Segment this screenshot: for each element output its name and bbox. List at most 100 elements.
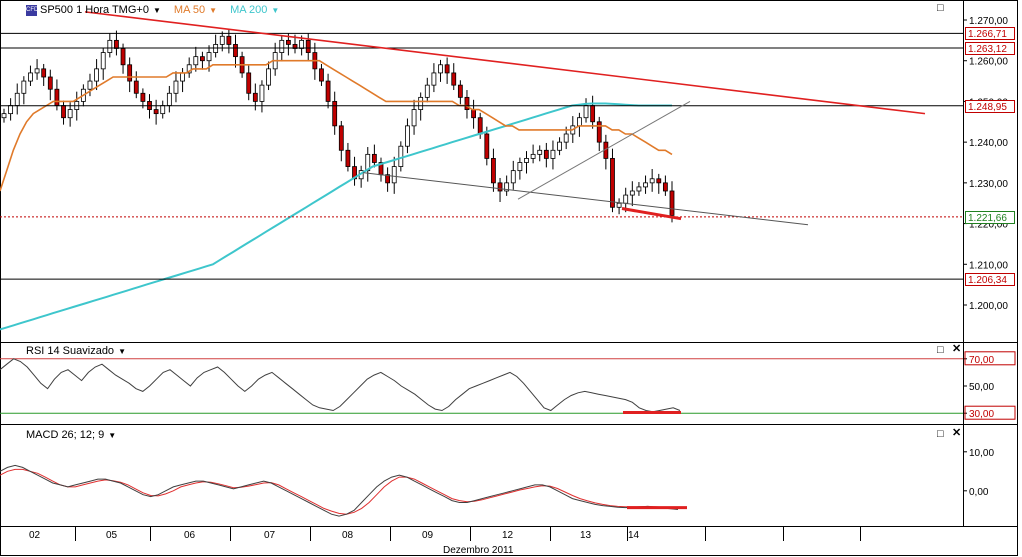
chevron-down-icon[interactable]: ▼ [118,347,126,356]
candle-body [305,39,311,53]
price-level-label: 1.266,71 [965,27,1015,41]
day-tick-label: 12 [502,530,514,541]
price-tick-label: 1.240,00 [969,138,1008,149]
candle-body [345,149,351,167]
price-level-label: 1.206,34 [965,273,1015,287]
candle-body [266,68,271,86]
maximize-rsi-panel-icon[interactable]: □ [937,345,944,356]
macd-tick-label: 10,00 [969,448,994,459]
price-tick-label: 1.260,00 [969,57,1008,68]
candle-body [656,178,662,184]
price-tick-label: 1.200,00 [969,301,1008,312]
candle-body [497,182,503,192]
chart-frame [0,0,1018,556]
candle-body [100,52,106,70]
candle-body [200,56,205,62]
symbol-label: SP500 1 Hora TMG+0 [40,4,149,16]
candle-body [405,125,410,147]
macd-panel-header[interactable]: MACD 26; 12; 9 ▼ [26,428,116,442]
candle-body [411,109,417,127]
candle-body [319,68,324,82]
rsi-line [0,358,681,413]
macd-line [0,464,679,517]
candle-body [54,88,60,106]
candle-body [299,39,305,49]
candle-body [94,68,99,82]
candle-body [398,145,404,167]
rsi-tick-label: 50,00 [969,382,994,393]
candle-body [636,186,642,192]
chevron-down-icon[interactable]: ▼ [153,6,161,15]
day-tick-label: 13 [580,530,592,541]
x-axis-title: Dezembro 2011 [443,545,514,556]
candle-body [226,35,232,45]
candle-body [563,133,569,143]
downtrend-line [84,11,926,115]
candle-body [173,80,179,94]
candle-body [457,84,463,98]
candle-body [610,158,615,208]
candle-body [484,133,490,159]
price-level-label: 1.248,95 [965,99,1015,113]
candle-body [438,64,443,74]
candle-body [107,39,113,53]
candle-body [451,72,457,86]
candle-body [34,68,40,74]
candle-body [41,68,47,78]
candle-body [153,109,159,115]
candle-body [662,182,668,192]
candle-body [279,39,285,53]
day-tick-label: 14 [628,530,640,541]
candle-body [543,149,549,159]
candle-body [325,80,331,102]
ma200-chevron-down-icon[interactable]: ▼ [271,6,279,15]
candle-body [444,64,450,74]
candle-body [530,153,536,159]
candle-body [669,190,675,216]
candle-body [166,92,172,106]
candle-body [517,162,523,172]
candle-body [246,72,252,94]
candle-body [1,113,7,119]
ma200-label[interactable]: MA 200 [230,4,267,16]
candle-body [616,202,622,208]
ma50-label[interactable]: MA 50 [174,4,205,16]
candle-body [590,105,596,123]
close-macd-panel-icon[interactable]: ✕ [952,428,961,439]
candle-body [418,96,424,110]
maximize-price-panel-icon[interactable]: □ [937,3,944,14]
rsi-panel-header[interactable]: RSI 14 Suavizado ▼ [26,344,126,358]
rsi-label: RSI 14 Suavizado [26,345,115,357]
day-tick-label: 06 [184,530,196,541]
candle-body [371,153,377,163]
candle-body [133,80,139,94]
close-rsi-panel-icon[interactable]: ✕ [952,344,961,355]
candle-body [431,72,437,86]
candle-body [180,72,185,82]
chevron-down-icon[interactable]: ▼ [108,431,116,440]
candle-body [127,64,133,82]
day-tick-label: 02 [29,530,41,541]
candle-body [114,39,119,49]
candle-body [61,105,66,119]
candle-body [596,121,602,143]
candle-body [193,56,199,66]
candle-body [120,48,126,66]
candle-body [583,105,589,119]
ma50-chevron-down-icon[interactable]: ▼ [209,6,217,15]
chart-canvas: 1.270,001.260,001.250,001.240,001.230,00… [0,0,1018,556]
day-tick-label: 05 [106,530,118,541]
candle-body [206,52,212,62]
candle-body [424,84,430,98]
price-panel-header[interactable]: CFD SP500 1 Hora TMG+0 ▼ MA 50 ▼ MA 200 ▼ [26,3,279,17]
maximize-macd-panel-icon[interactable]: □ [937,429,944,440]
candle-body [623,194,629,204]
day-tick-label: 09 [422,530,434,541]
candle-body [577,117,582,127]
candle-body [233,44,238,58]
price-level-label: 1.263,12 [965,42,1015,55]
candle-body [8,105,14,115]
price-tick-label: 1.230,00 [969,179,1008,190]
candle-body [338,125,344,151]
price-tick-label: 1.270,00 [969,16,1008,27]
